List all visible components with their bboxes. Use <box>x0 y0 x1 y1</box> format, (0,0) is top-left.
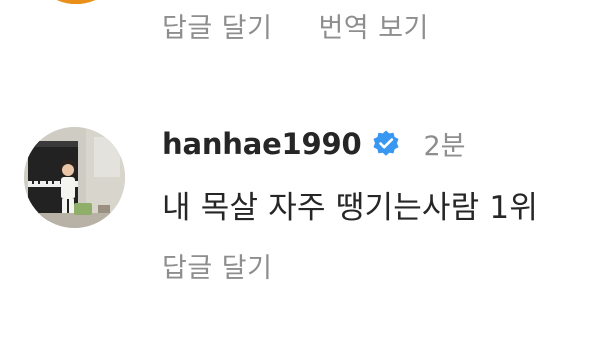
comment-timestamp: 2분 <box>423 131 466 162</box>
avatar-photo <box>24 127 125 228</box>
previous-comment-actions: 답글 달기 번역 보기 <box>162 6 429 45</box>
comment-actions: 답글 달기 <box>162 246 272 285</box>
translate-button[interactable]: 번역 보기 <box>318 6 428 45</box>
verified-badge-icon <box>371 129 401 159</box>
previous-reply-button[interactable]: 답글 달기 <box>162 6 272 45</box>
comments-panel: 답글 달기 번역 보기 hanhae1990 2분 내 목살 자주 땡기는사람 … <box>0 0 613 345</box>
reply-button[interactable]: 답글 달기 <box>162 246 272 285</box>
previous-comment-avatar[interactable] <box>28 0 124 4</box>
comment-item: hanhae1990 2분 내 목살 자주 땡기는사람 1위 답글 달기 <box>0 120 613 300</box>
comment-header: hanhae1990 2분 <box>162 124 466 163</box>
username[interactable]: hanhae1990 <box>162 127 362 161</box>
avatar[interactable] <box>24 127 125 228</box>
comment-text: 내 목살 자주 땡기는사람 1위 <box>162 190 539 226</box>
